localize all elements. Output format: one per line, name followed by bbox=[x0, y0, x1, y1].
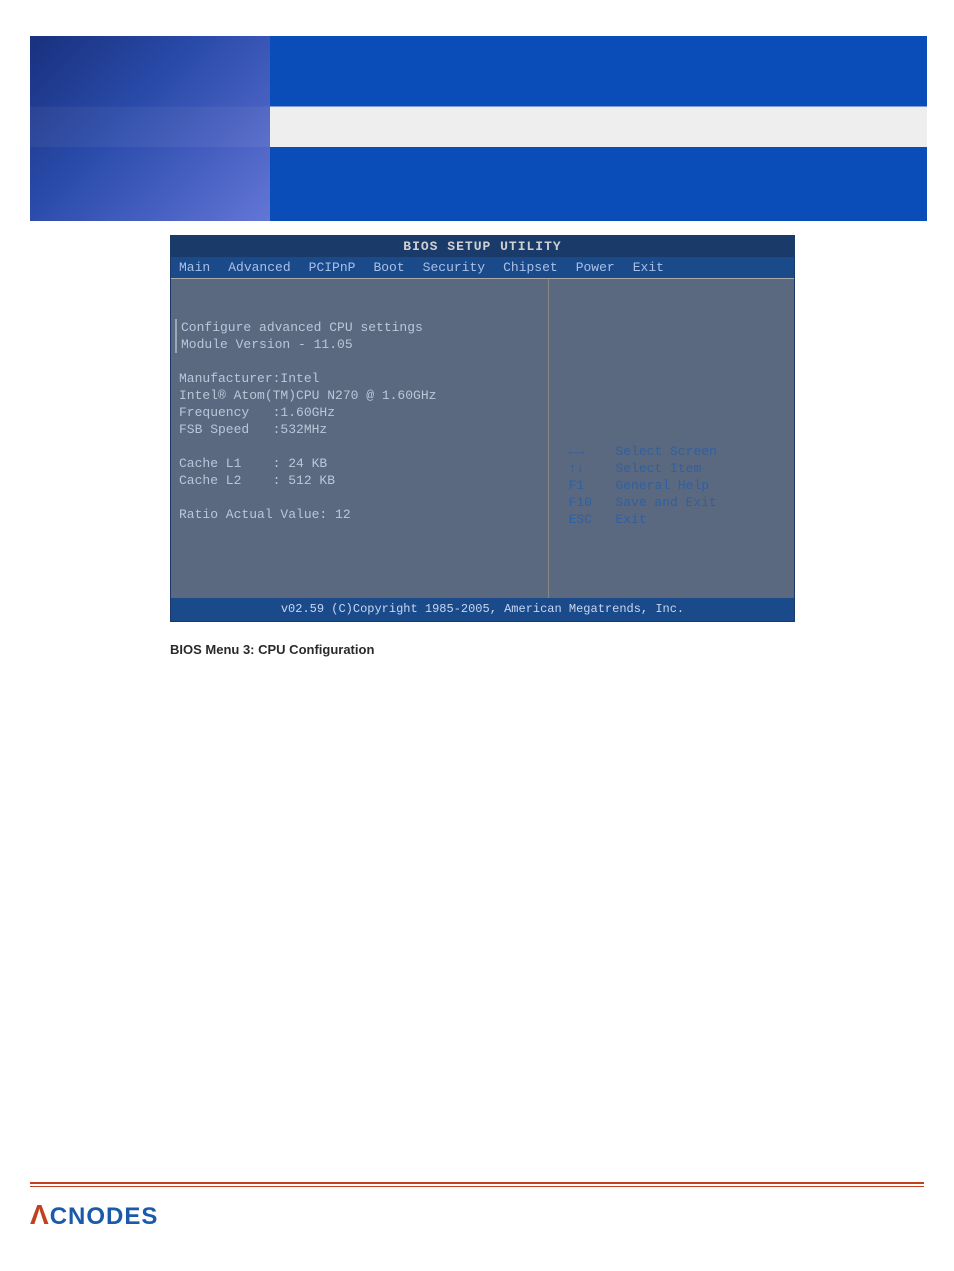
key-f1: F1 bbox=[569, 478, 585, 493]
footer-divider-1 bbox=[30, 1182, 924, 1184]
key-esc: ESC bbox=[569, 512, 592, 527]
cache-l2: Cache L2 : 512 KB bbox=[179, 473, 335, 488]
logo-text: CNODES bbox=[50, 1203, 159, 1230]
fsb-speed: FSB Speed :532MHz bbox=[179, 422, 327, 437]
manufacturer: Manufacturer:Intel bbox=[179, 371, 319, 386]
help-select-item: Select Item bbox=[615, 461, 701, 476]
bios-footer: v02.59 (C)Copyright 1985-2005, American … bbox=[171, 598, 794, 621]
config-line: Configure advanced CPU settings bbox=[181, 320, 423, 335]
menu-chipset[interactable]: Chipset bbox=[503, 259, 558, 276]
menu-exit[interactable]: Exit bbox=[633, 259, 664, 276]
header-circuit-image bbox=[30, 36, 270, 221]
page-footer: ΛCNODES bbox=[30, 1182, 924, 1231]
figure-caption: BIOS Menu 3: CPU Configuration bbox=[170, 642, 954, 657]
bios-body: Configure advanced CPU settings Module V… bbox=[171, 278, 794, 598]
bios-help-keys: ←→ Select Screen ↑↓ Select Item F1 Gener… bbox=[569, 443, 717, 528]
bios-menu-bar: Main Advanced PCIPnP Boot Security Chips… bbox=[171, 257, 794, 278]
module-version: Module Version - 11.05 bbox=[181, 337, 353, 352]
bios-window: BIOS SETUP UTILITY Main Advanced PCIPnP … bbox=[170, 235, 795, 622]
bios-right-panel: ←→ Select Screen ↑↓ Select Item F1 Gener… bbox=[549, 279, 794, 598]
logo-a-letter: Λ bbox=[30, 1199, 50, 1230]
acnodes-logo: ΛCNODES bbox=[30, 1199, 924, 1231]
bios-title: BIOS SETUP UTILITY bbox=[171, 236, 794, 257]
ratio-value: Ratio Actual Value: 12 bbox=[179, 507, 351, 522]
key-f10: F10 bbox=[569, 495, 592, 510]
help-general: General Help bbox=[615, 478, 709, 493]
help-save-exit: Save and Exit bbox=[615, 495, 716, 510]
cache-l1: Cache L1 : 24 KB bbox=[179, 456, 327, 471]
menu-boot[interactable]: Boot bbox=[373, 259, 404, 276]
cpu-settings-block: Configure advanced CPU settings Module V… bbox=[175, 319, 540, 353]
menu-main[interactable]: Main bbox=[179, 259, 210, 276]
footer-divider-2 bbox=[30, 1186, 924, 1187]
menu-advanced[interactable]: Advanced bbox=[228, 259, 290, 276]
menu-security[interactable]: Security bbox=[423, 259, 485, 276]
help-exit: Exit bbox=[615, 512, 646, 527]
key-arrows-ud: ↑↓ bbox=[569, 461, 585, 476]
cpu-name: Intel® Atom(TM)CPU N270 @ 1.60GHz bbox=[179, 388, 436, 403]
help-select-screen: Select Screen bbox=[615, 444, 716, 459]
menu-power[interactable]: Power bbox=[576, 259, 615, 276]
frequency: Frequency :1.60GHz bbox=[179, 405, 335, 420]
key-arrows-lr: ←→ bbox=[569, 444, 585, 459]
header-banner bbox=[30, 36, 927, 221]
menu-pcipnp[interactable]: PCIPnP bbox=[309, 259, 356, 276]
bios-left-panel: Configure advanced CPU settings Module V… bbox=[171, 279, 549, 598]
